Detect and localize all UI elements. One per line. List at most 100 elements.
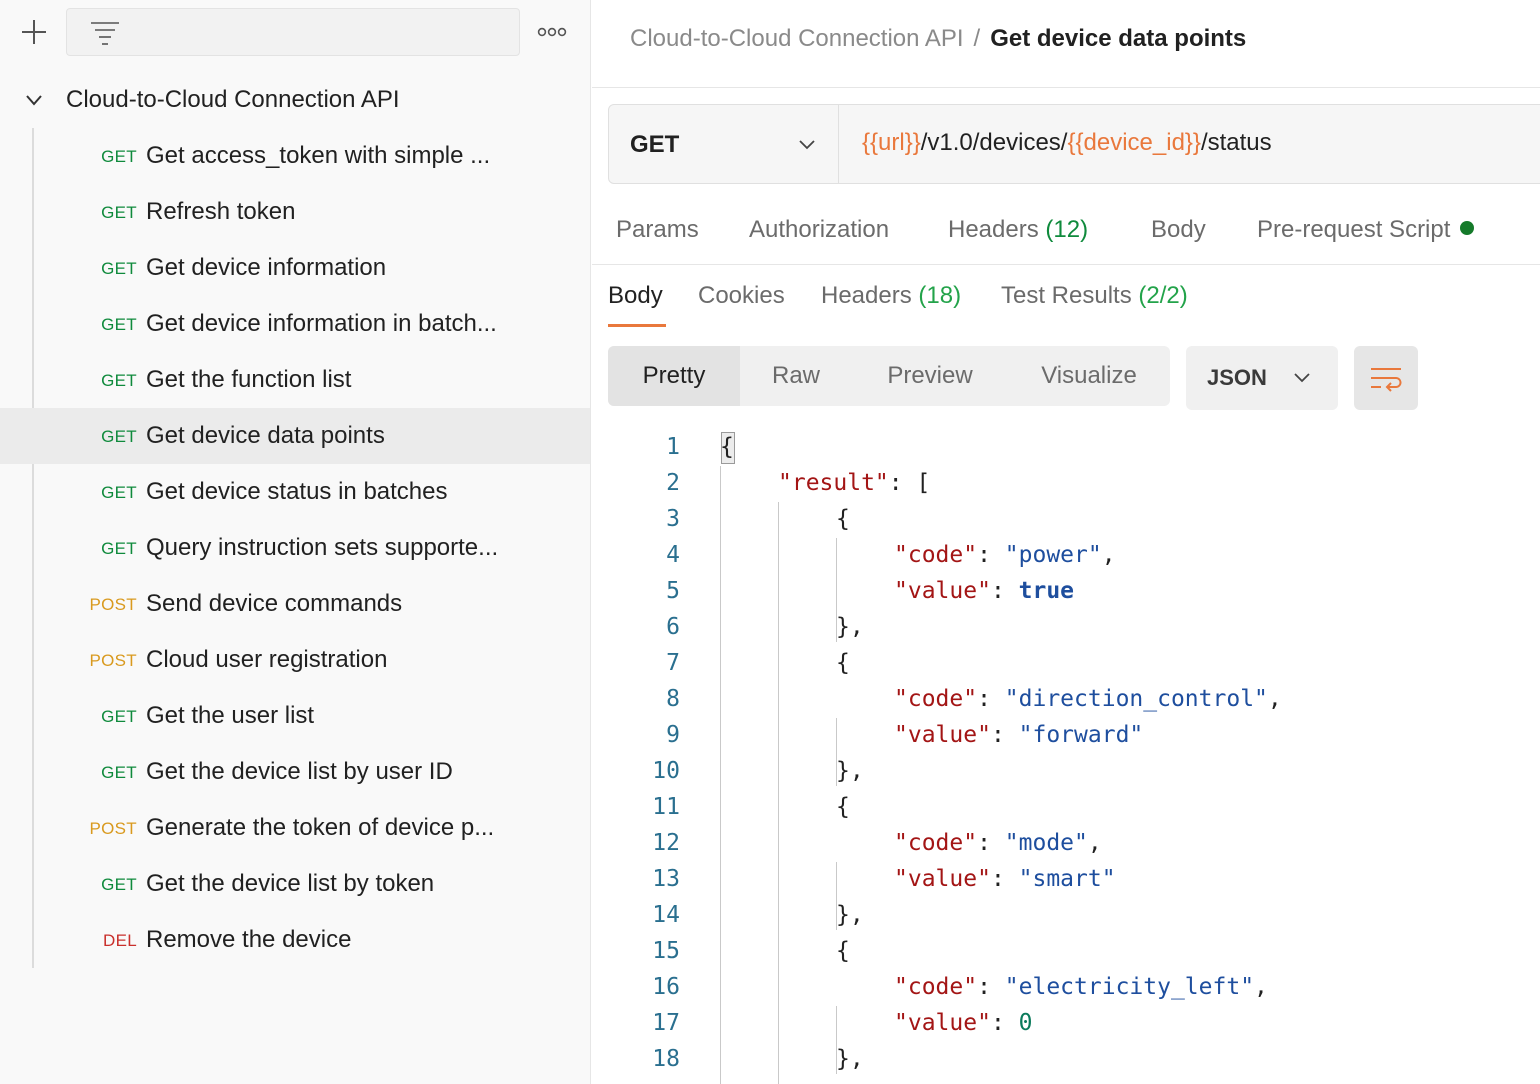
sidebar-request-item[interactable]: GET Get device information in batch...	[0, 296, 590, 352]
collection-folder[interactable]: Cloud-to-Cloud Connection API	[0, 72, 591, 128]
tab-test-results[interactable]: Test Results (2/2)	[1001, 282, 1188, 310]
code-token: "direction_control"	[1004, 686, 1268, 712]
sidebar-request-item[interactable]: POST Send device commands	[0, 576, 590, 632]
sidebar-request-item[interactable]: GET Refresh token	[0, 184, 590, 240]
code-line: 13 "value": "smart"	[600, 862, 1540, 898]
tab-response-headers[interactable]: Headers (18)	[821, 282, 961, 310]
method-badge: GET	[101, 483, 137, 502]
url-input[interactable]: {{url}}/v1.0/devices/{{device_id}}/statu…	[862, 129, 1272, 157]
plus-icon[interactable]	[18, 16, 50, 48]
code-text: "value": "smart"	[894, 866, 1116, 892]
chevron-down-icon	[799, 140, 815, 150]
sidebar-request-item[interactable]: GET Get the device list by token	[0, 856, 590, 912]
tab-pre-request-label: Pre-request Script	[1257, 216, 1451, 243]
breadcrumb-separator: /	[973, 25, 981, 52]
code-text: {	[720, 434, 734, 460]
code-text: "value": 0	[894, 1010, 1033, 1036]
request-name: Get the device list by user ID	[146, 758, 453, 785]
wrap-lines-button[interactable]	[1354, 346, 1418, 410]
code-token: 0	[1018, 1010, 1033, 1036]
view-pretty-button[interactable]: Pretty	[608, 346, 740, 406]
code-text: {	[836, 794, 850, 820]
url-variable: {{url}}	[862, 129, 921, 156]
code-token: "code"	[894, 830, 978, 856]
code-text: "result": [	[778, 470, 930, 496]
url-bar: GET {{url}}/v1.0/devices/{{device_id}}/s…	[608, 104, 1540, 184]
sidebar-request-item[interactable]: GET Get the device list by user ID	[0, 744, 590, 800]
request-name: Get device information in batch...	[146, 310, 497, 337]
request-name: Remove the device	[146, 926, 352, 953]
code-text: },	[836, 758, 864, 784]
code-line: 2 "result": [	[600, 466, 1540, 502]
code-line: 8 "code": "direction_control",	[600, 682, 1540, 718]
code-token: :	[977, 830, 1005, 856]
code-token: ,	[1267, 686, 1282, 712]
tab-authorization[interactable]: Authorization	[749, 216, 889, 244]
code-token: "electricity_left"	[1004, 974, 1255, 1000]
tab-cookies[interactable]: Cookies	[698, 282, 785, 310]
sidebar-request-item[interactable]: POST Cloud user registration	[0, 632, 590, 688]
code-token: :	[990, 866, 1019, 892]
line-number: 9	[666, 722, 680, 748]
format-label: JSON	[1207, 365, 1267, 390]
request-name: Query instruction sets supporte...	[146, 534, 499, 561]
line-number: 1	[666, 434, 680, 460]
code-text: {	[836, 650, 850, 676]
view-raw-button[interactable]: Raw	[748, 346, 844, 406]
chevron-down-icon	[1294, 373, 1310, 383]
code-token: "code"	[894, 542, 978, 568]
code-text: "value": true	[894, 578, 1074, 604]
url-path: /v1.0/devices/	[920, 129, 1068, 156]
code-line: 16 "code": "electricity_left",	[600, 970, 1540, 1006]
header-divider	[592, 87, 1540, 88]
view-preview-button[interactable]: Preview	[872, 346, 988, 406]
line-number: 12	[652, 830, 680, 856]
line-number: 2	[666, 470, 680, 496]
sidebar-request-item[interactable]: GET Get the function list	[0, 352, 590, 408]
request-name: Send device commands	[146, 590, 403, 617]
line-number: 10	[652, 758, 680, 784]
view-visualize-button[interactable]: Visualize	[1028, 346, 1150, 406]
line-number: 15	[652, 938, 680, 964]
chevron-down-icon[interactable]	[24, 90, 44, 110]
method-select[interactable]: GET	[609, 105, 839, 183]
tab-headers[interactable]: Headers (12)	[948, 216, 1088, 244]
sidebar-request-item[interactable]: GET Get access_token with simple ...	[0, 128, 590, 184]
line-number: 18	[652, 1046, 680, 1072]
sidebar-request-item[interactable]: GET Get the user list	[0, 688, 590, 744]
method-badge: DEL	[103, 931, 137, 950]
code-text: {	[836, 938, 850, 964]
code-token: "value"	[894, 866, 991, 892]
method-badge: GET	[101, 259, 137, 278]
status-dot-icon	[1460, 221, 1475, 235]
code-text: "code": "power",	[894, 542, 1116, 568]
code-token: },	[836, 902, 864, 928]
sidebar-request-item[interactable]: GET Get device information	[0, 240, 590, 296]
filter-input[interactable]	[66, 8, 520, 56]
sidebar-request-item[interactable]: GET Get device data points	[0, 408, 590, 464]
code-token: {	[720, 434, 734, 460]
code-line: 14},	[600, 898, 1540, 934]
method-badge: GET	[101, 427, 137, 446]
active-tab-underline	[608, 324, 666, 327]
request-name: Get device data points	[146, 422, 385, 449]
sidebar-request-item[interactable]: POST Generate the token of device p...	[0, 800, 590, 856]
code-line: 18},	[600, 1042, 1540, 1078]
format-select[interactable]: JSON	[1186, 346, 1338, 410]
code-token: :	[977, 686, 1005, 712]
code-token: },	[836, 1046, 864, 1072]
tab-body[interactable]: Body	[1151, 216, 1206, 244]
line-number: 7	[666, 650, 680, 676]
tab-response-body[interactable]: Body	[608, 282, 663, 310]
response-body-editor[interactable]: 1{2 "result": [3{4 "code": "power", 5 "value…	[600, 430, 1540, 1084]
sidebar-request-item[interactable]: GET Query instruction sets supporte...	[0, 520, 590, 576]
tab-pre-request-script[interactable]: Pre-request Script	[1257, 216, 1475, 244]
sidebar-request-item[interactable]: GET Get device status in batches	[0, 464, 590, 520]
code-token: ,	[1254, 974, 1268, 1000]
breadcrumb-collection[interactable]: Cloud-to-Cloud Connection API	[630, 25, 964, 52]
more-icon[interactable]	[536, 18, 568, 46]
code-token: "result"	[778, 470, 889, 496]
indent-guide	[836, 862, 837, 930]
tab-params[interactable]: Params	[616, 216, 699, 244]
sidebar-request-item[interactable]: DEL Remove the device	[0, 912, 590, 968]
